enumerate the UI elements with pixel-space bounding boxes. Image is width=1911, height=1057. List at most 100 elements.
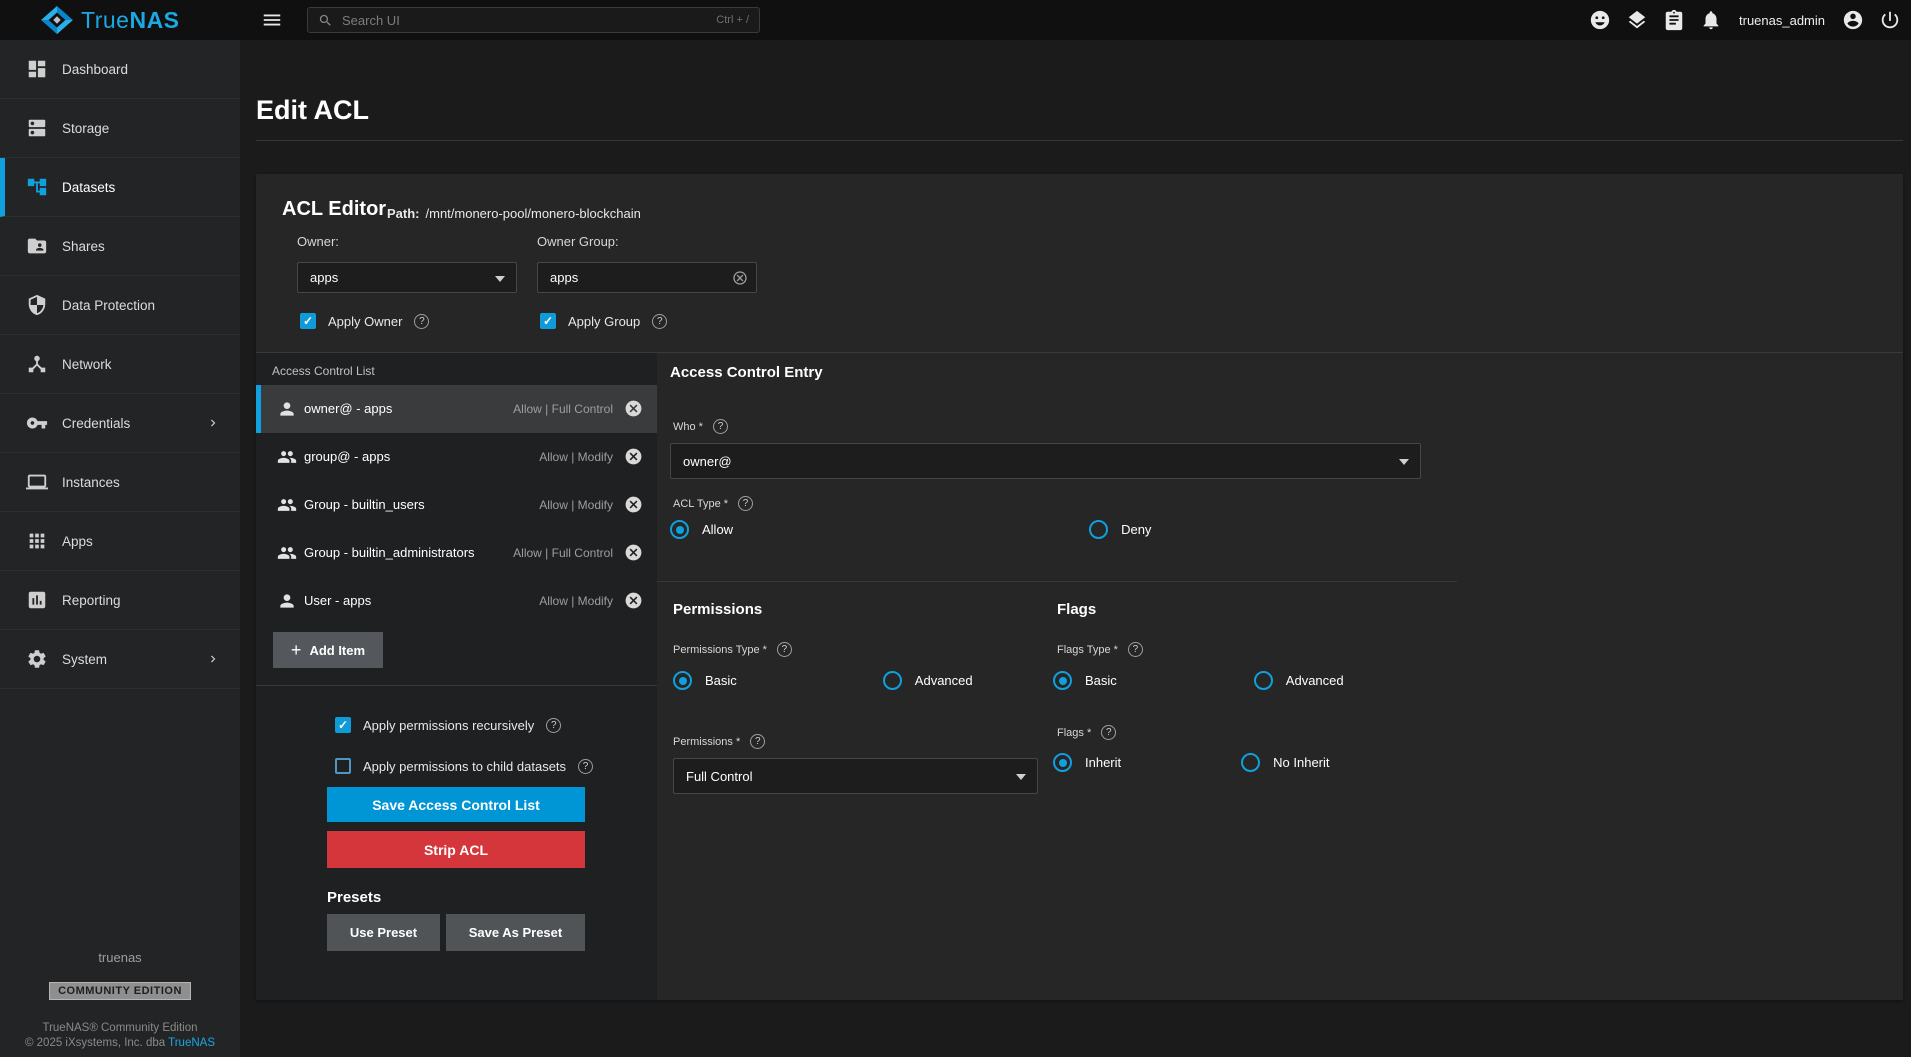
sidebar-item-system[interactable]: System bbox=[0, 630, 240, 689]
owner-group-input[interactable]: apps bbox=[537, 262, 757, 293]
flags-heading: Flags bbox=[1057, 601, 1096, 618]
apply-child-datasets-checkbox[interactable] bbox=[335, 758, 351, 774]
clear-icon[interactable] bbox=[732, 270, 748, 286]
strip-acl-button[interactable]: Strip ACL bbox=[327, 831, 585, 868]
radio-permissions-basic[interactable]: Basic bbox=[673, 671, 737, 690]
radio-deny[interactable]: Deny bbox=[1089, 520, 1151, 539]
radio-flags-advanced[interactable]: Advanced bbox=[1254, 671, 1344, 690]
key-icon bbox=[26, 412, 48, 434]
save-as-preset-button[interactable]: Save As Preset bbox=[446, 914, 585, 951]
shield-icon bbox=[26, 294, 48, 316]
apply-recursively-checkbox[interactable] bbox=[335, 717, 351, 733]
radio-flags-basic[interactable]: Basic bbox=[1053, 671, 1117, 690]
acl-list: owner@ - apps Allow | Full Control group… bbox=[256, 385, 657, 625]
laptop-icon bbox=[26, 471, 48, 493]
delete-entry-button[interactable] bbox=[624, 447, 643, 466]
bar-chart-icon bbox=[26, 589, 48, 611]
chevron-down-icon bbox=[495, 276, 505, 282]
sidebar-item-dashboard[interactable]: Dashboard bbox=[0, 40, 240, 99]
chevron-down-icon bbox=[1399, 459, 1409, 465]
delete-entry-button[interactable] bbox=[624, 399, 643, 418]
edition-label: TrueNAS® Community Edition bbox=[0, 1022, 240, 1034]
help-icon[interactable] bbox=[777, 642, 792, 657]
help-icon[interactable] bbox=[652, 314, 667, 329]
help-icon[interactable] bbox=[414, 314, 429, 329]
help-icon[interactable] bbox=[546, 718, 561, 733]
acl-entry-status: Allow | Full Control bbox=[513, 402, 613, 416]
help-icon[interactable] bbox=[578, 759, 593, 774]
account-circle-icon[interactable] bbox=[1842, 9, 1864, 31]
delete-entry-button[interactable] bbox=[624, 543, 643, 562]
page-title: Edit ACL bbox=[256, 95, 369, 126]
feedback-smiley-icon[interactable] bbox=[1589, 9, 1611, 31]
help-icon[interactable] bbox=[738, 496, 753, 511]
acl-entry-row[interactable]: owner@ - apps Allow | Full Control bbox=[256, 385, 657, 433]
help-icon[interactable] bbox=[713, 419, 728, 434]
sidebar-item-datasets[interactable]: Datasets bbox=[0, 158, 240, 217]
sidebar-item-instances[interactable]: Instances bbox=[0, 453, 240, 512]
flags-label-row: Flags * bbox=[1057, 725, 1116, 740]
person-icon bbox=[277, 591, 297, 611]
delete-entry-button[interactable] bbox=[624, 591, 643, 610]
jobs-clipboard-icon[interactable] bbox=[1663, 9, 1685, 31]
truenas-logo[interactable]: TrueNAS bbox=[40, 5, 180, 35]
copyright: © 2025 iXsystems, Inc. dba TrueNAS bbox=[0, 1037, 240, 1049]
owner-select[interactable]: apps bbox=[297, 262, 517, 293]
search-box[interactable]: Ctrl + / bbox=[307, 7, 760, 33]
search-shortcut-hint: Ctrl + / bbox=[716, 14, 749, 26]
power-icon[interactable] bbox=[1879, 9, 1901, 31]
radio-permissions-advanced[interactable]: Advanced bbox=[883, 671, 973, 690]
permissions-heading: Permissions bbox=[673, 601, 762, 618]
sidebar-item-data-protection[interactable]: Data Protection bbox=[0, 276, 240, 335]
ace-divider bbox=[657, 581, 1457, 582]
access-control-list-column: Access Control List owner@ - apps Allow … bbox=[256, 353, 657, 1000]
acl-entry-status: Allow | Modify bbox=[539, 450, 613, 464]
acl-entry-row[interactable]: group@ - apps Allow | Modify bbox=[256, 433, 657, 481]
acl-editor-head: ACL Editor Path:/mnt/monero-pool/monero-… bbox=[256, 174, 1903, 352]
radio-inherit[interactable]: Inherit bbox=[1053, 753, 1121, 772]
permissions-type-label-row: Permissions Type * bbox=[673, 642, 792, 657]
owner-group-label: Owner Group: bbox=[537, 234, 619, 249]
add-item-button[interactable]: + Add Item bbox=[273, 632, 383, 668]
sidebar-item-storage[interactable]: Storage bbox=[0, 99, 240, 158]
radio-no-inherit[interactable]: No Inherit bbox=[1241, 753, 1329, 772]
menu-hamburger-icon[interactable] bbox=[261, 9, 283, 31]
hostname: truenas bbox=[0, 950, 240, 965]
use-preset-button[interactable]: Use Preset bbox=[327, 914, 440, 951]
acl-entry-row[interactable]: Group - builtin_users Allow | Modify bbox=[256, 481, 657, 529]
truenas-link[interactable]: TrueNAS bbox=[168, 1037, 215, 1049]
sidebar-item-network[interactable]: Network bbox=[0, 335, 240, 394]
delete-entry-button[interactable] bbox=[624, 495, 643, 514]
sidebar-item-shares[interactable]: Shares bbox=[0, 217, 240, 276]
apply-group-row: Apply Group bbox=[540, 313, 667, 329]
storage-icon bbox=[26, 117, 48, 139]
chevron-right-icon bbox=[206, 416, 220, 430]
datasets-tree-icon bbox=[26, 176, 48, 198]
help-icon[interactable] bbox=[750, 734, 765, 749]
apply-owner-checkbox[interactable] bbox=[300, 313, 316, 329]
ace-heading: Access Control Entry bbox=[670, 364, 823, 381]
radio-allow[interactable]: Allow bbox=[670, 520, 733, 539]
ix-stack-icon[interactable] bbox=[1626, 9, 1648, 31]
save-acl-button[interactable]: Save Access Control List bbox=[327, 787, 585, 822]
alerts-bell-icon[interactable] bbox=[1700, 9, 1722, 31]
who-select[interactable]: owner@ bbox=[670, 443, 1421, 479]
help-icon[interactable] bbox=[1101, 725, 1116, 740]
acl-entry-row[interactable]: User - apps Allow | Modify bbox=[256, 577, 657, 625]
child-datasets-row: Apply permissions to child datasets bbox=[335, 758, 593, 774]
acl-entry-status: Allow | Modify bbox=[539, 594, 613, 608]
apply-group-checkbox[interactable] bbox=[540, 313, 556, 329]
sidebar: Dashboard Storage Datasets Shares Data P… bbox=[0, 40, 240, 1057]
permissions-select[interactable]: Full Control bbox=[673, 758, 1038, 794]
username: truenas_admin bbox=[1739, 13, 1825, 28]
network-hub-icon bbox=[26, 353, 48, 375]
acl-entry-row[interactable]: Group - builtin_administrators Allow | F… bbox=[256, 529, 657, 577]
sidebar-item-apps[interactable]: Apps bbox=[0, 512, 240, 571]
sidebar-item-credentials[interactable]: Credentials bbox=[0, 394, 240, 453]
topbar: TrueNAS Ctrl + / truenas_admin bbox=[0, 0, 1911, 40]
search-input[interactable] bbox=[342, 13, 716, 28]
permissions-type-radio-group: Basic Advanced bbox=[673, 671, 973, 690]
help-icon[interactable] bbox=[1128, 642, 1143, 657]
group-icon bbox=[277, 495, 297, 515]
sidebar-item-reporting[interactable]: Reporting bbox=[0, 571, 240, 630]
